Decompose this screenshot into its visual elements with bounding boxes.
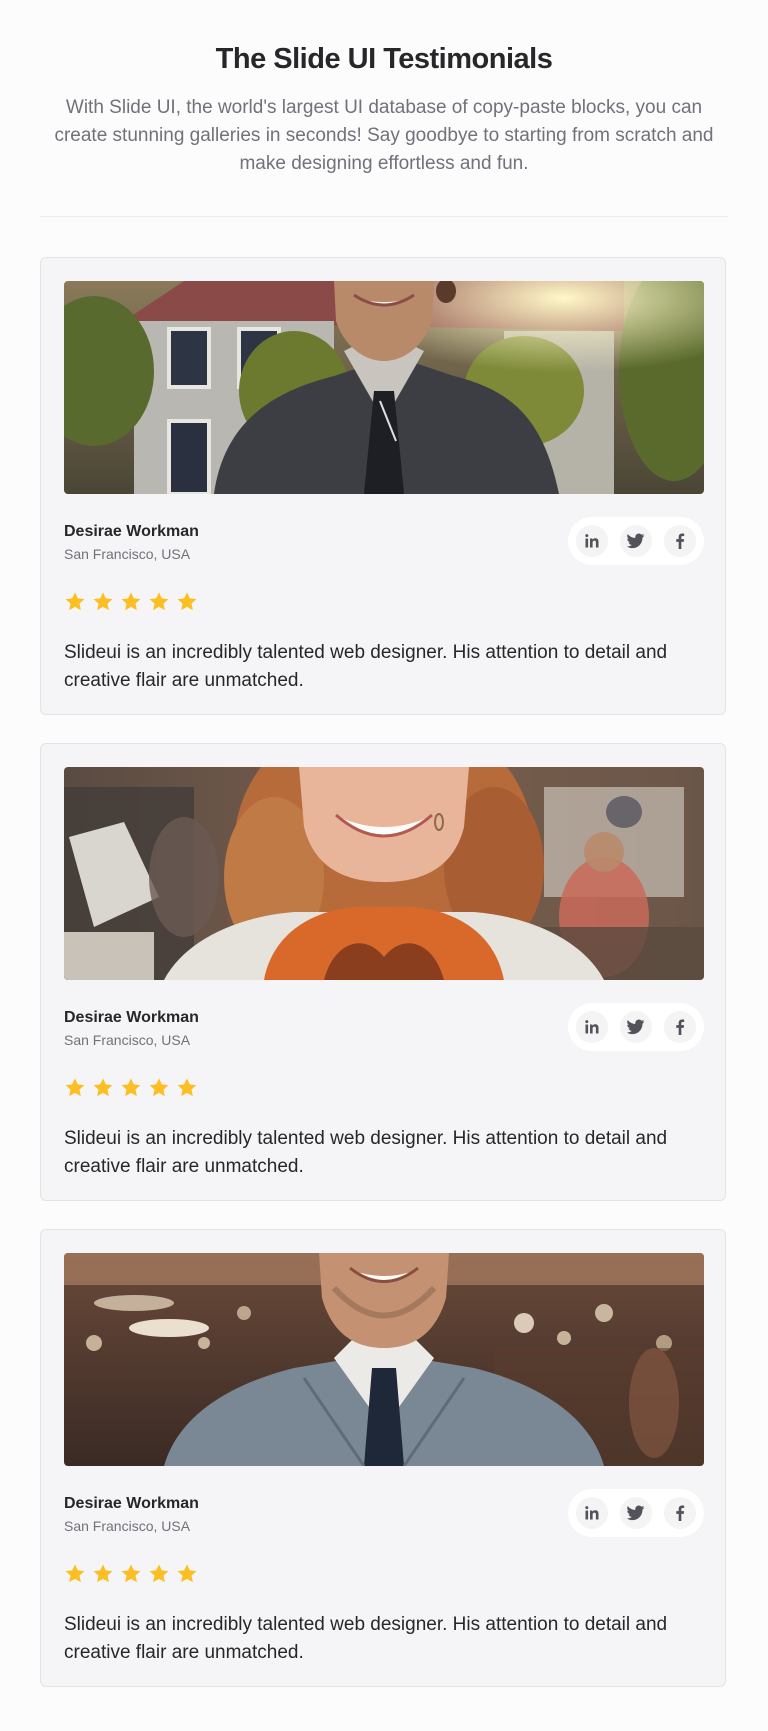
page-title: The Slide UI Testimonials — [215, 43, 553, 75]
star-icon — [65, 1078, 85, 1097]
facebook-icon — [676, 1019, 685, 1035]
author-location: San Francisco, USA — [64, 1518, 191, 1534]
testimonial-quote: Slideui is an incredibly talented web de… — [64, 1128, 668, 1177]
twitter-icon — [627, 1019, 645, 1035]
twitter-icon — [627, 533, 645, 549]
testimonial-card: Desirae Workman San Francisco, USA Slide… — [40, 1229, 726, 1687]
social-links — [568, 1003, 704, 1051]
testimonial-photo — [64, 1253, 704, 1466]
star-icon — [149, 1564, 169, 1583]
star-icon — [65, 592, 85, 611]
star-rating — [64, 1077, 198, 1099]
testimonial-card: Desirae Workman San Francisco, USA Slide… — [40, 257, 726, 715]
linkedin-icon — [585, 1020, 599, 1034]
author-location: San Francisco, USA — [64, 546, 191, 562]
star-rating — [64, 1563, 198, 1585]
author-location: San Francisco, USA — [64, 1032, 191, 1048]
testimonials-page: The Slide UI Testimonials With Slide UI,… — [0, 0, 768, 1731]
star-icon — [121, 1564, 141, 1583]
testimonial-quote: Slideui is an incredibly talented web de… — [64, 1614, 668, 1663]
star-icon — [177, 1078, 197, 1097]
star-icon — [149, 1078, 169, 1097]
linkedin-button[interactable] — [576, 1497, 608, 1529]
facebook-button[interactable] — [664, 1011, 696, 1043]
author-name: Desirae Workman — [64, 1495, 199, 1512]
testimonial-photo — [64, 767, 704, 980]
star-icon — [121, 592, 141, 611]
testimonial-quote: Slideui is an incredibly talented web de… — [64, 642, 668, 691]
author-name: Desirae Workman — [64, 523, 199, 540]
twitter-button[interactable] — [620, 525, 652, 557]
star-icon — [65, 1564, 85, 1583]
star-icon — [93, 1078, 113, 1097]
facebook-button[interactable] — [664, 1497, 696, 1529]
star-icon — [121, 1078, 141, 1097]
linkedin-button[interactable] — [576, 525, 608, 557]
divider — [40, 216, 728, 217]
testimonial-card: Desirae Workman San Francisco, USA Slide… — [40, 743, 726, 1201]
facebook-icon — [676, 1505, 685, 1521]
social-links — [568, 517, 704, 565]
linkedin-icon — [585, 534, 599, 548]
star-icon — [177, 592, 197, 611]
star-icon — [149, 592, 169, 611]
star-icon — [93, 1564, 113, 1583]
facebook-button[interactable] — [664, 525, 696, 557]
section-header: The Slide UI Testimonials With Slide UI,… — [40, 40, 728, 178]
star-icon — [177, 1564, 197, 1583]
testimonial-photo — [64, 281, 704, 494]
twitter-button[interactable] — [620, 1497, 652, 1529]
star-rating — [64, 591, 198, 613]
social-links — [568, 1489, 704, 1537]
star-icon — [93, 592, 113, 611]
twitter-button[interactable] — [620, 1011, 652, 1043]
page-subtitle: With Slide UI, the world's largest UI da… — [54, 97, 714, 174]
facebook-icon — [676, 533, 685, 549]
twitter-icon — [627, 1505, 645, 1521]
author-name: Desirae Workman — [64, 1009, 199, 1026]
linkedin-button[interactable] — [576, 1011, 608, 1043]
linkedin-icon — [585, 1506, 599, 1520]
